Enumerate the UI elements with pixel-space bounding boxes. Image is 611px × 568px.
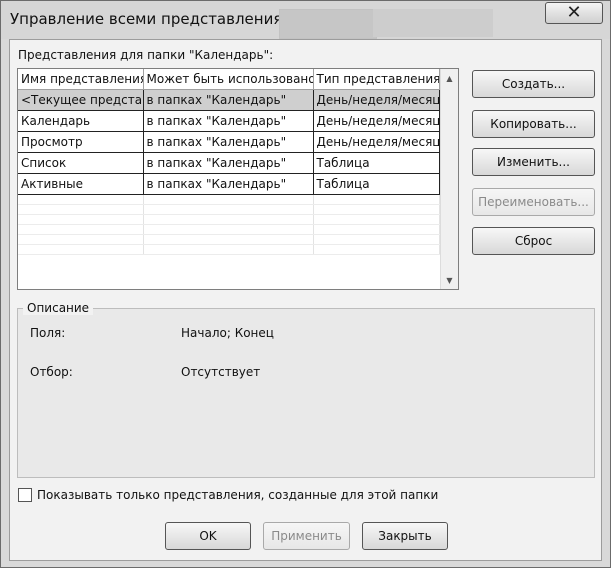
cell-view-name: Список xyxy=(18,152,144,174)
scroll-down-arrow-icon[interactable]: ▼ xyxy=(441,273,458,289)
cell-view-type: День/неделя/месяц xyxy=(313,110,440,132)
column-header-can-be-used[interactable]: Может быть использовано xyxy=(143,69,314,90)
description-group: Описание Поля: Начало; Конец Отбор: Отсу… xyxy=(17,301,595,478)
cell-view-type: Таблица xyxy=(313,152,440,174)
cell-view-name: <Текущее предста... xyxy=(18,89,144,111)
create-button[interactable]: Создать... xyxy=(472,70,595,98)
empty-row xyxy=(18,234,440,245)
cell-view-type: День/неделя/месяц xyxy=(313,131,440,153)
cell-can-be-used: в папках "Календарь" xyxy=(143,131,314,153)
modify-button[interactable]: Изменить... xyxy=(472,148,595,176)
table-row-list[interactable]: Список в папках "Календарь" Таблица xyxy=(18,152,440,174)
window-title: Управление всеми представлениями xyxy=(10,10,304,28)
cell-can-be-used: в папках "Календарь" xyxy=(143,173,314,195)
ok-button[interactable]: OK xyxy=(165,522,251,550)
vertical-scrollbar[interactable]: ▲ ▼ xyxy=(440,69,458,289)
filter-value: Отсутствует xyxy=(181,365,261,379)
empty-row xyxy=(18,214,440,225)
copy-button[interactable]: Копировать... xyxy=(472,110,595,138)
background-window-fragment xyxy=(279,9,377,39)
reset-button[interactable]: Сброс xyxy=(472,227,595,255)
empty-row xyxy=(18,194,440,205)
cell-view-type: День/неделя/месяц xyxy=(313,89,440,111)
cell-view-name: Активные xyxy=(18,173,144,195)
table-row-calendar[interactable]: Календарь в папках "Календарь" День/неде… xyxy=(18,110,440,132)
only-this-folder-checkbox[interactable] xyxy=(18,488,32,502)
cell-can-be-used: в папках "Календарь" xyxy=(143,152,314,174)
cell-can-be-used: в папках "Календарь" xyxy=(143,89,314,111)
table-row-active[interactable]: Активные в папках "Календарь" Таблица xyxy=(18,173,440,195)
column-header-view-type[interactable]: Тип представления xyxy=(313,69,440,90)
cell-view-name: Просмотр xyxy=(18,131,144,153)
cell-can-be-used: в папках "Календарь" xyxy=(143,110,314,132)
dialog-body: Представления для папки "Календарь": Имя… xyxy=(9,39,602,561)
views-list[interactable]: Имя представления Может быть использован… xyxy=(17,68,459,290)
filter-label: Отбор: xyxy=(30,365,73,379)
empty-row xyxy=(18,224,440,235)
fields-value: Начало; Конец xyxy=(181,326,274,340)
cell-view-type: Таблица xyxy=(313,173,440,195)
table-row-preview[interactable]: Просмотр в папках "Календарь" День/недел… xyxy=(18,131,440,153)
scroll-up-arrow-icon[interactable]: ▲ xyxy=(441,71,458,87)
only-this-folder-label[interactable]: Показывать только представления, созданн… xyxy=(37,488,438,502)
cell-view-name: Календарь xyxy=(18,110,144,132)
empty-row xyxy=(18,244,440,255)
title-bar: Управление всеми представлениями ✕ xyxy=(1,1,610,39)
close-window-button[interactable]: ✕ xyxy=(545,2,603,24)
rename-button[interactable]: Переименовать... xyxy=(472,188,595,216)
apply-button[interactable]: Применить xyxy=(263,522,350,550)
table-header-row: Имя представления Может быть использован… xyxy=(18,69,440,90)
manage-views-dialog: Управление всеми представлениями ✕ Предс… xyxy=(0,0,611,568)
close-button[interactable]: Закрыть xyxy=(362,522,448,550)
background-window-fragment xyxy=(373,9,493,37)
views-for-folder-label: Представления для папки "Календарь": xyxy=(18,48,274,62)
empty-row xyxy=(18,204,440,215)
close-icon: ✕ xyxy=(566,2,582,23)
views-table: Имя представления Может быть использован… xyxy=(18,69,440,255)
table-row-current-view[interactable]: <Текущее предста... в папках "Календарь"… xyxy=(18,89,440,111)
fields-label: Поля: xyxy=(30,326,66,340)
description-legend: Описание xyxy=(23,301,94,315)
column-header-view-name[interactable]: Имя представления xyxy=(18,69,144,90)
